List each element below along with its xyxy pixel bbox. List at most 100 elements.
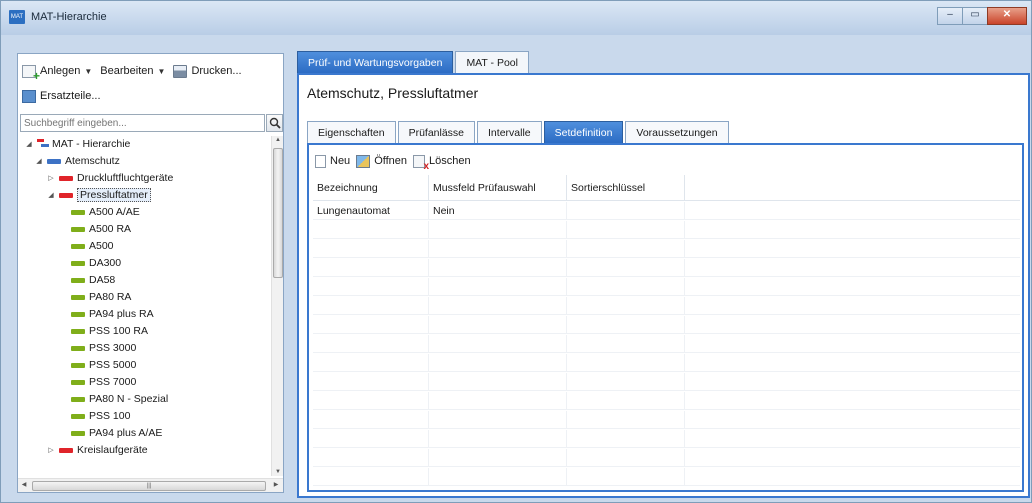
add-icon: [22, 64, 40, 83]
table-row[interactable]: [313, 316, 1020, 334]
green-marker-icon: [71, 396, 85, 402]
collapse-icon[interactable]: ◢: [34, 157, 44, 165]
scroll-thumb[interactable]: |||: [32, 481, 266, 491]
neu-button[interactable]: Neu: [315, 154, 350, 168]
table-cell: [313, 411, 429, 429]
table-row[interactable]: [313, 354, 1020, 372]
table-row[interactable]: [313, 240, 1020, 258]
table-cell: [685, 297, 1020, 315]
table-cell: [429, 259, 567, 277]
expand-icon[interactable]: ▷: [46, 446, 56, 454]
table-row[interactable]: [313, 468, 1020, 486]
chevron-down-icon: ▼: [84, 66, 93, 76]
tree-node[interactable]: ▷ Kreislaufgeräte: [46, 442, 147, 458]
delete-icon: [413, 154, 429, 172]
tab-eigenschaften[interactable]: Eigenschaften: [307, 121, 396, 143]
loeschen-button[interactable]: Löschen: [413, 154, 471, 172]
bearbeiten-button[interactable]: Bearbeiten ▼: [100, 65, 165, 77]
blue-marker-icon: [47, 158, 61, 164]
tree-node[interactable]: ◢ Atemschutz: [34, 153, 120, 169]
tree-node-label: DA58: [89, 274, 116, 286]
table-cell: [429, 449, 567, 467]
tree-node[interactable]: PSS 7000: [58, 374, 136, 390]
collapse-icon[interactable]: ◢: [24, 140, 34, 148]
scroll-up-icon[interactable]: ▲: [272, 137, 284, 143]
table-cell: [685, 278, 1020, 296]
tree-node-label: PSS 7000: [89, 376, 137, 388]
title-bar[interactable]: MAT MAT-Hierarchie – ▭ ✕: [1, 1, 1031, 35]
tree-node-label: A500: [89, 240, 114, 252]
table-cell: Nein: [429, 202, 567, 220]
oeffnen-button[interactable]: Öffnen: [356, 154, 407, 168]
table-cell: [567, 316, 685, 334]
collapse-icon[interactable]: ◢: [46, 191, 56, 199]
minimize-icon: –: [947, 9, 953, 20]
tab-intervalle[interactable]: Intervalle: [477, 121, 542, 143]
column-header[interactable]: Bezeichnung: [313, 175, 429, 201]
table-row[interactable]: [313, 221, 1020, 239]
table-cell: [685, 468, 1020, 486]
tree-node-label: PSS 3000: [89, 342, 137, 354]
anlegen-button[interactable]: Anlegen ▼: [22, 64, 93, 83]
tree-node[interactable]: ◢ Pressluftatmer: [46, 187, 151, 203]
minimize-button[interactable]: –: [937, 7, 963, 25]
tree-node[interactable]: ◢ MAT - Hierarchie: [24, 136, 130, 152]
tab-pruefanlaesse[interactable]: Prüfanlässe: [397, 121, 476, 143]
table-row[interactable]: [313, 278, 1020, 296]
green-marker-icon: [71, 379, 85, 385]
table-row[interactable]: [313, 411, 1020, 429]
tree-node[interactable]: A500 RA: [58, 221, 131, 237]
tree-node-label: Druckluftfluchtgeräte: [77, 172, 174, 184]
tree-node[interactable]: A500 A/AE: [58, 204, 140, 220]
tree-node-label: A500 A/AE: [89, 206, 140, 218]
tree-node[interactable]: A500: [58, 238, 114, 254]
tree-node[interactable]: ▷ Druckluftfluchtgeräte: [46, 170, 173, 186]
tree-vertical-scrollbar[interactable]: ▲ ▼: [271, 136, 283, 476]
table-row[interactable]: [313, 430, 1020, 448]
table-cell: [567, 392, 685, 410]
green-marker-icon: [71, 311, 85, 317]
tree-node[interactable]: PA94 plus RA: [58, 306, 154, 322]
scroll-thumb[interactable]: [273, 148, 283, 278]
table-cell: [685, 430, 1020, 448]
table-row[interactable]: [313, 392, 1020, 410]
search-button[interactable]: [266, 114, 283, 132]
inner-tab-bar: Eigenschaften Prüfanlässe Intervalle Setdef…: [307, 121, 731, 143]
tree-horizontal-scrollbar[interactable]: ◀ ||| ▶: [18, 478, 283, 492]
ersatzteile-button[interactable]: Ersatzteile...: [22, 89, 101, 103]
tree-node[interactable]: PSS 3000: [58, 340, 136, 356]
tree-node[interactable]: PSS 5000: [58, 357, 136, 373]
scroll-down-icon[interactable]: ▼: [272, 469, 284, 475]
tab-mat-pool[interactable]: MAT - Pool: [455, 51, 529, 73]
red-marker-icon: [59, 175, 73, 181]
tree-node[interactable]: PSS 100 RA: [58, 323, 148, 339]
tree-node[interactable]: DA58: [58, 272, 115, 288]
table-row[interactable]: [313, 373, 1020, 391]
green-marker-icon: [71, 328, 85, 334]
column-header[interactable]: [685, 175, 1020, 201]
close-button[interactable]: ✕: [987, 7, 1027, 25]
drucken-button[interactable]: Drucken...: [173, 64, 242, 78]
scroll-left-icon[interactable]: ◀: [18, 481, 30, 488]
tree-node[interactable]: PA80 N - Spezial: [58, 391, 168, 407]
column-header[interactable]: Sortierschlüssel: [567, 175, 685, 201]
tab-voraussetzungen[interactable]: Voraussetzungen: [625, 121, 729, 143]
table-row[interactable]: [313, 335, 1020, 353]
maximize-button[interactable]: ▭: [962, 7, 988, 25]
tab-pruef-wartungsvorgaben[interactable]: Prüf- und Wartungsvorgaben: [297, 51, 454, 73]
table-row[interactable]: [313, 449, 1020, 467]
table-row[interactable]: [313, 259, 1020, 277]
table-cell: [567, 449, 685, 467]
column-header[interactable]: Mussfeld Prüfauswahl: [429, 175, 567, 201]
tree-node[interactable]: PA94 plus A/AE: [58, 425, 162, 441]
scroll-right-icon[interactable]: ▶: [270, 481, 282, 488]
hierarchy-root-icon: [37, 138, 49, 150]
tree-node[interactable]: PA80 RA: [58, 289, 131, 305]
tab-setdefinition[interactable]: Setdefinition: [543, 121, 624, 143]
tree-node[interactable]: PSS 100: [58, 408, 130, 424]
table-row[interactable]: Lungenautomat Nein: [313, 202, 1020, 220]
tree-node[interactable]: DA300: [58, 255, 121, 271]
expand-icon[interactable]: ▷: [46, 174, 56, 182]
search-input[interactable]: [20, 114, 265, 132]
table-row[interactable]: [313, 297, 1020, 315]
